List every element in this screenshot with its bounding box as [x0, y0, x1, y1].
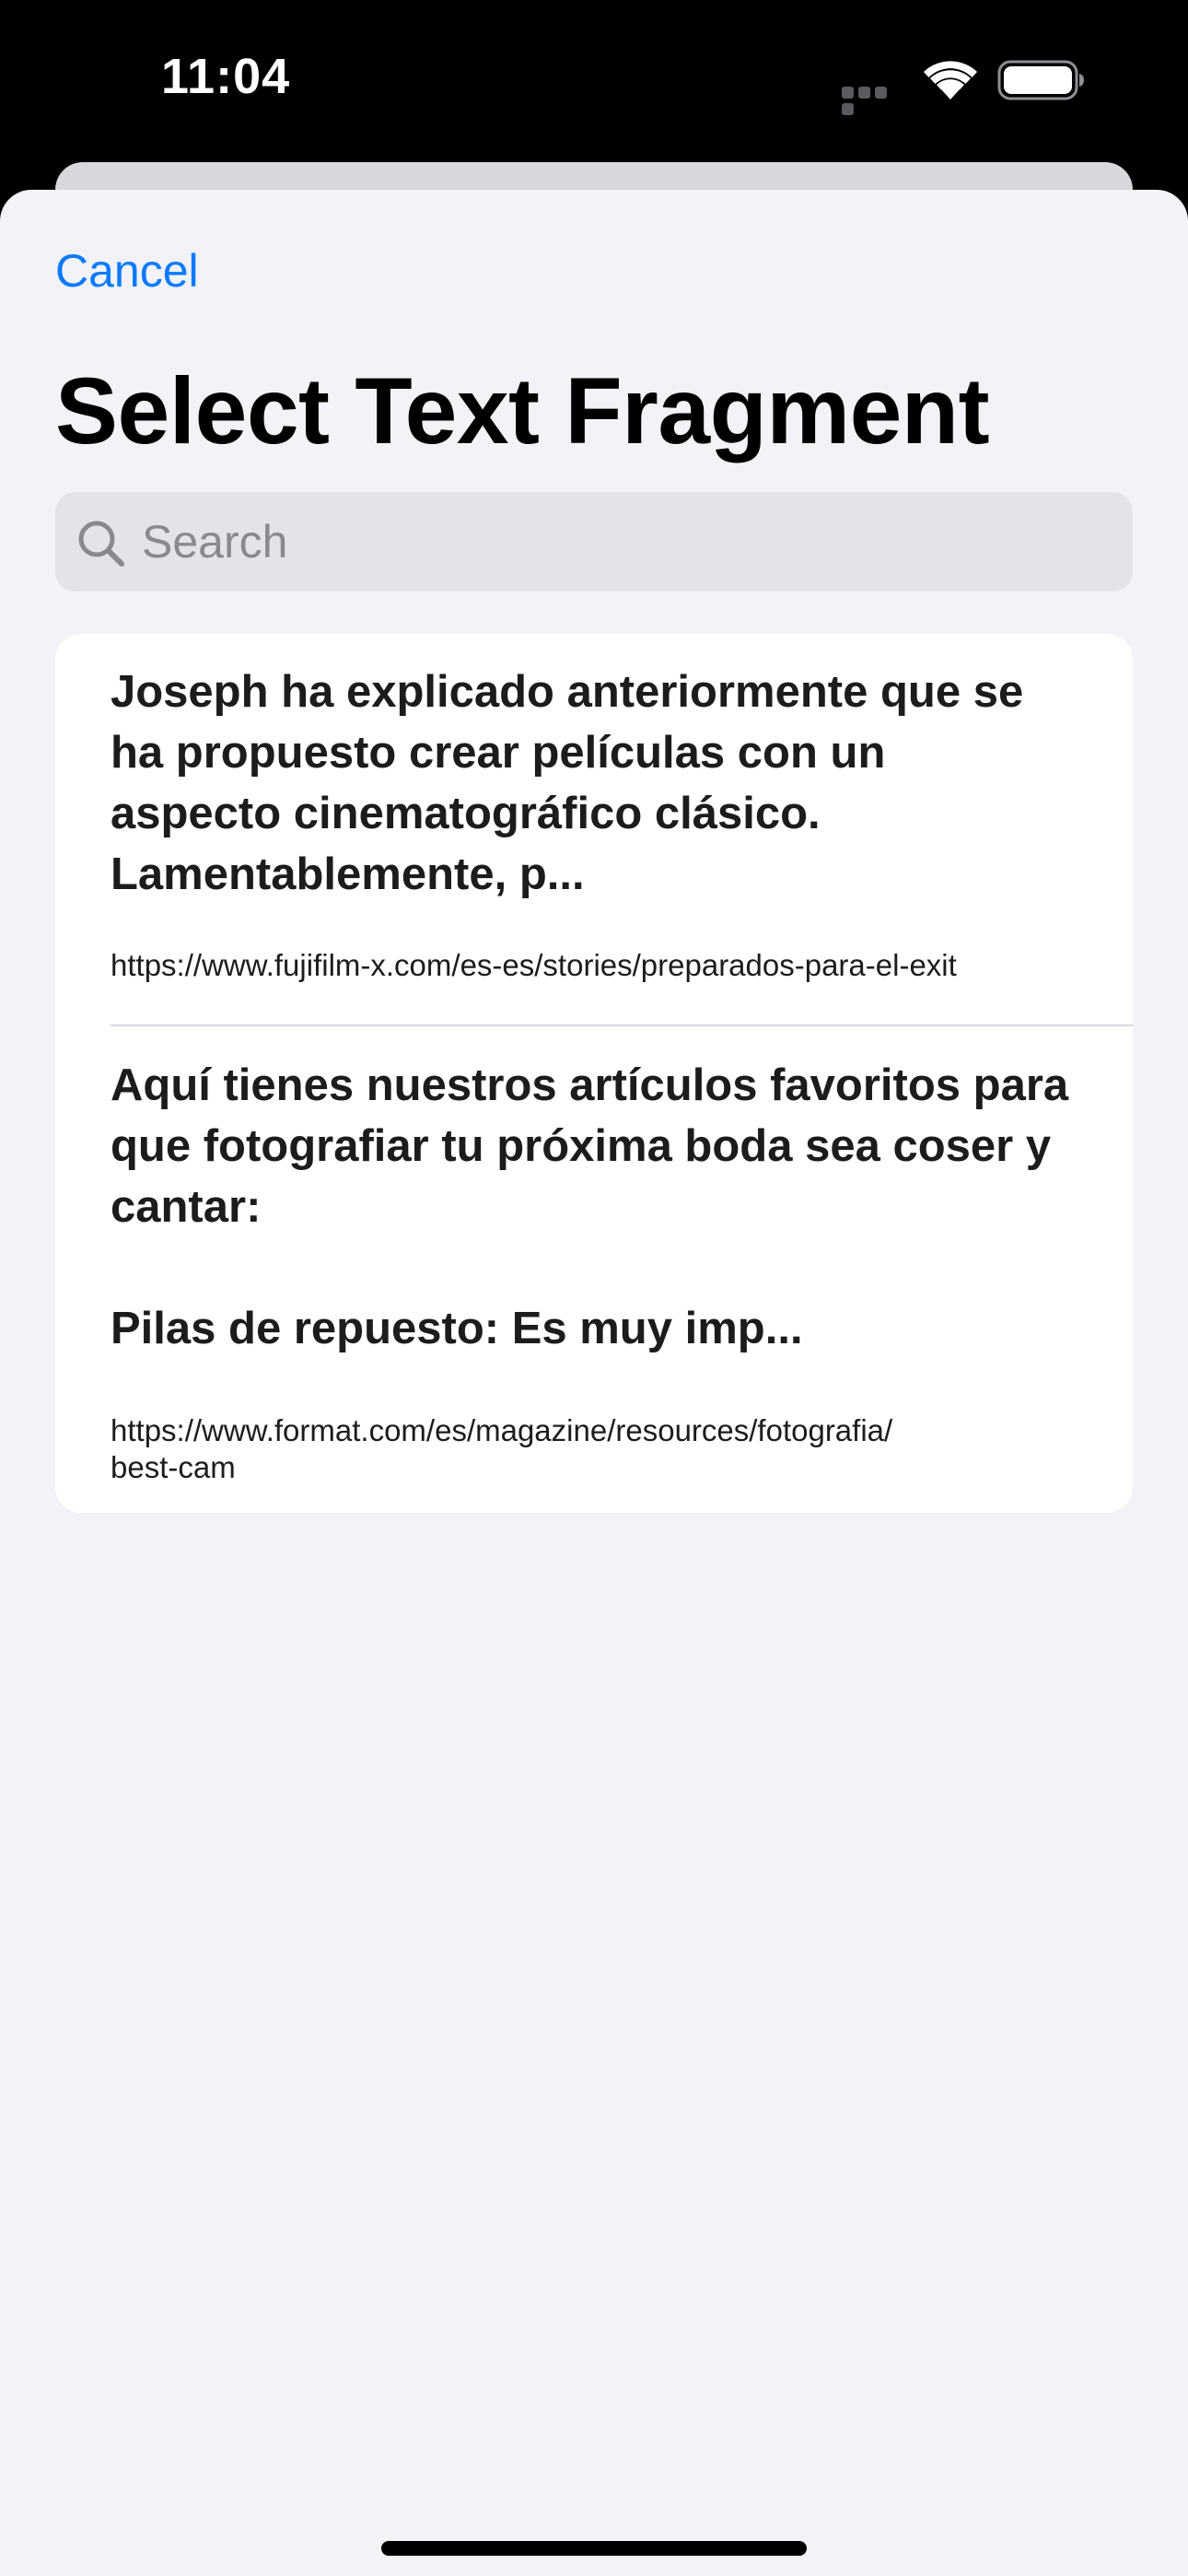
- status-bar: 11:04: [0, 0, 1188, 161]
- fragment-list: Joseph ha explicado anteriormente que se…: [55, 634, 1133, 1513]
- status-time: 11:04: [161, 49, 291, 104]
- modal-sheet: Cancel Select Text Fragment Joseph ha ex…: [0, 190, 1188, 2576]
- fragment-item[interactable]: Aquí tienes nuestros artículos favoritos…: [55, 1025, 1133, 1513]
- fragment-text: Joseph ha explicado anteriormente que se…: [111, 667, 1024, 899]
- cancel-button[interactable]: Cancel: [55, 243, 199, 299]
- fragment-url: https://www.fujifilm-x.com/es-es/stories…: [111, 948, 957, 982]
- fragment-url: https://www.format.com/es/magazine/resou…: [111, 1413, 893, 1484]
- battery-icon: [997, 60, 1084, 100]
- fragment-text: Aquí tienes nuestros artículos favoritos…: [111, 1060, 1069, 1353]
- wifi-icon: [924, 61, 977, 100]
- fragment-item[interactable]: Joseph ha explicado anteriormente que se…: [55, 634, 1133, 1025]
- search-input[interactable]: [142, 492, 1118, 591]
- search-icon: [78, 521, 124, 567]
- page-title: Select Text Fragment: [55, 358, 990, 463]
- cellular-icon: [842, 87, 906, 115]
- home-indicator[interactable]: [381, 2541, 807, 2556]
- search-field[interactable]: [55, 492, 1133, 591]
- screen: 11:04 Cancel Select Text Fragment Search…: [0, 0, 1188, 2576]
